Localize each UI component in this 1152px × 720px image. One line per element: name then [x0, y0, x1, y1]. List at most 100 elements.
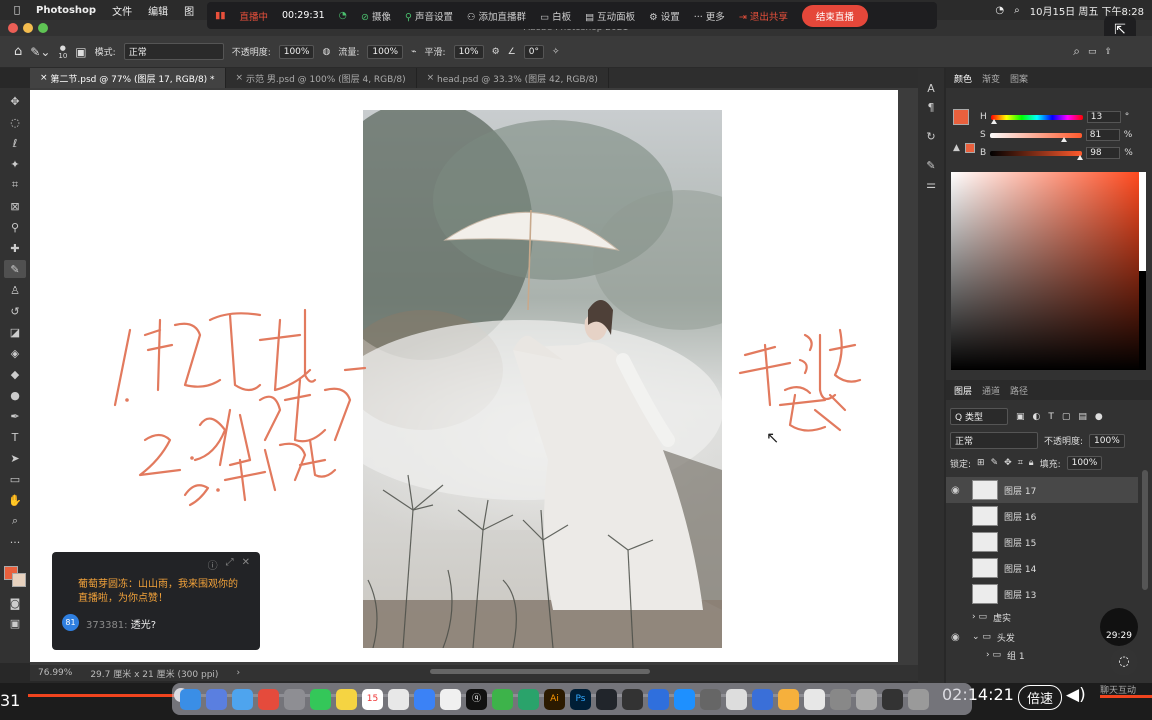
- wechat-icon[interactable]: [492, 688, 513, 710]
- filter-pixel-icon[interactable]: ▣: [1016, 412, 1025, 422]
- tab-pattern[interactable]: 图案: [1010, 72, 1028, 85]
- lock-position-icon[interactable]: ✥: [1004, 458, 1012, 468]
- home-icon[interactable]: ⌂: [14, 44, 22, 59]
- gear-icon[interactable]: ⚙: [492, 47, 500, 57]
- brush-preset-picker[interactable]: ● 10: [58, 44, 67, 60]
- folder-open-icon[interactable]: ⌄ ▭: [972, 632, 991, 642]
- search-icon[interactable]: ⌕: [1073, 44, 1080, 59]
- apple-icon[interactable]: : [14, 5, 20, 16]
- layer-row[interactable]: 图层 15: [946, 529, 1138, 555]
- chat-bubble-icon[interactable]: ◌: [1110, 648, 1138, 676]
- tab-paths[interactable]: 路径: [1010, 384, 1028, 397]
- workspace-icon[interactable]: ▭: [1088, 47, 1097, 57]
- app-gray2-icon[interactable]: [700, 688, 721, 710]
- s-slider-thumb[interactable]: [1061, 136, 1068, 142]
- b-slider[interactable]: [990, 150, 1084, 160]
- close-icon[interactable]: ✕: [242, 557, 250, 572]
- notes-icon[interactable]: [336, 688, 357, 710]
- folder-icon[interactable]: › ▭: [986, 650, 1001, 660]
- camera-button[interactable]: ⊘ 摄像: [361, 9, 391, 23]
- mail-icon[interactable]: [622, 688, 643, 710]
- crop-tool-icon[interactable]: ⌗: [4, 176, 26, 194]
- b-value[interactable]: 98: [1086, 147, 1121, 159]
- illustrator-icon[interactable]: Ai: [544, 688, 565, 710]
- search-icon[interactable]: ⌕: [1014, 5, 1020, 16]
- zoom-level[interactable]: 76.99%: [38, 668, 72, 678]
- frame-tool-icon[interactable]: ⊠: [4, 197, 26, 215]
- zoom-window-button[interactable]: [38, 23, 48, 33]
- flow-field[interactable]: 100%: [367, 44, 404, 59]
- healing-tool-icon[interactable]: ✚: [4, 239, 26, 257]
- lock-all-icon[interactable]: 🔒︎: [1029, 458, 1034, 468]
- settings-button[interactable]: ⚙ 设置: [649, 9, 680, 23]
- history-panel-icon[interactable]: ↻: [926, 130, 935, 143]
- folder-icon[interactable]: › ▭: [972, 612, 987, 622]
- finder-icon[interactable]: [180, 688, 201, 710]
- airbrush-icon[interactable]: ⌁: [411, 47, 416, 57]
- tab-layers[interactable]: 图层: [954, 384, 972, 397]
- brush-tool-icon[interactable]: ✎: [4, 260, 26, 278]
- exit-share-button[interactable]: ⇥ 退出共享: [739, 9, 788, 23]
- brush-panel-icon[interactable]: ✎: [926, 159, 935, 172]
- close-icon[interactable]: ×: [40, 73, 50, 83]
- close-icon[interactable]: ×: [427, 73, 437, 83]
- photoshop-icon[interactable]: Ps: [570, 688, 591, 710]
- shape-tool-icon[interactable]: ▭: [4, 470, 26, 488]
- h-slider[interactable]: [990, 114, 1083, 124]
- app-dark-icon[interactable]: [596, 688, 617, 710]
- app-gray3-icon[interactable]: [830, 688, 851, 710]
- help-icon[interactable]: ⓘ: [208, 557, 218, 572]
- chevron-right-icon[interactable]: ›: [236, 668, 240, 678]
- tab-channels[interactable]: 通道: [982, 384, 1000, 397]
- tab-doc-3[interactable]: × head.psd @ 33.3% (图层 42, RGB/8): [417, 68, 609, 88]
- lock-transparent-icon[interactable]: ⊞: [977, 458, 985, 468]
- brush-settings-icon[interactable]: ▣: [75, 45, 86, 59]
- app-blue3-icon[interactable]: [752, 688, 773, 710]
- app-green-icon[interactable]: [518, 688, 539, 710]
- app-blue-icon[interactable]: [414, 688, 435, 710]
- tab-color[interactable]: 颜色: [954, 72, 972, 85]
- app-dark2-icon[interactable]: [882, 688, 903, 710]
- history-brush-icon[interactable]: ↺: [4, 302, 26, 320]
- lock-pixels-icon[interactable]: ✎: [991, 458, 999, 468]
- paragraph-panel-icon[interactable]: ¶: [928, 101, 935, 114]
- app-red-icon[interactable]: [258, 688, 279, 710]
- stream-timer-badge[interactable]: 29:29: [1100, 608, 1138, 646]
- mode-select[interactable]: 正常: [123, 43, 224, 60]
- expand-icon[interactable]: ⤢: [226, 557, 234, 572]
- menu-edit[interactable]: 编辑: [148, 3, 168, 18]
- filter-toggle-icon[interactable]: ●: [1095, 412, 1103, 422]
- s-value[interactable]: 81: [1085, 129, 1120, 141]
- tab-doc-2[interactable]: × 示范 男.psd @ 100% (图层 4, RGB/8): [226, 68, 417, 88]
- layers-scrollbar[interactable]: [1142, 470, 1148, 590]
- symmetry-icon[interactable]: ✧: [552, 47, 560, 57]
- filter-adjust-icon[interactable]: ◐: [1033, 412, 1041, 422]
- menu-app-name[interactable]: Photoshop: [36, 5, 96, 16]
- messages-icon[interactable]: [310, 688, 331, 710]
- stamp-tool-icon[interactable]: ♙: [4, 281, 26, 299]
- hand-tool-icon[interactable]: ✋: [4, 491, 26, 509]
- paint-bucket-icon[interactable]: ◈: [4, 344, 26, 362]
- layer-opacity-field[interactable]: 100%: [1089, 433, 1125, 448]
- background-color-swatch[interactable]: [12, 573, 26, 587]
- close-window-button[interactable]: [8, 23, 18, 33]
- share-doc-icon[interactable]: ⇪: [1104, 47, 1112, 57]
- lock-artboard-icon[interactable]: ⌗: [1018, 458, 1023, 468]
- fill-field[interactable]: 100%: [1066, 456, 1103, 470]
- filter-shape-icon[interactable]: ▢: [1062, 412, 1071, 422]
- eraser-tool-icon[interactable]: ◪: [4, 323, 26, 341]
- safari-icon[interactable]: [232, 688, 253, 710]
- eyedropper-tool-icon[interactable]: ⚲: [4, 218, 26, 236]
- app-gray-icon[interactable]: [284, 688, 305, 710]
- audio-settings-button[interactable]: ⚲ 声音设置: [405, 9, 453, 23]
- marquee-tool-icon[interactable]: ◌: [4, 113, 26, 131]
- more-tools-icon[interactable]: ···: [4, 533, 26, 551]
- color-spectrum-strip[interactable]: [1139, 172, 1146, 370]
- chrome-icon[interactable]: [804, 688, 825, 710]
- launchpad-icon[interactable]: [206, 688, 227, 710]
- close-icon[interactable]: ×: [236, 73, 246, 83]
- filter-type-icon[interactable]: T: [1048, 412, 1054, 422]
- color-picker-field[interactable]: [951, 172, 1139, 370]
- lasso-tool-icon[interactable]: ℓ: [4, 134, 26, 152]
- eye-icon[interactable]: ◉: [951, 485, 960, 496]
